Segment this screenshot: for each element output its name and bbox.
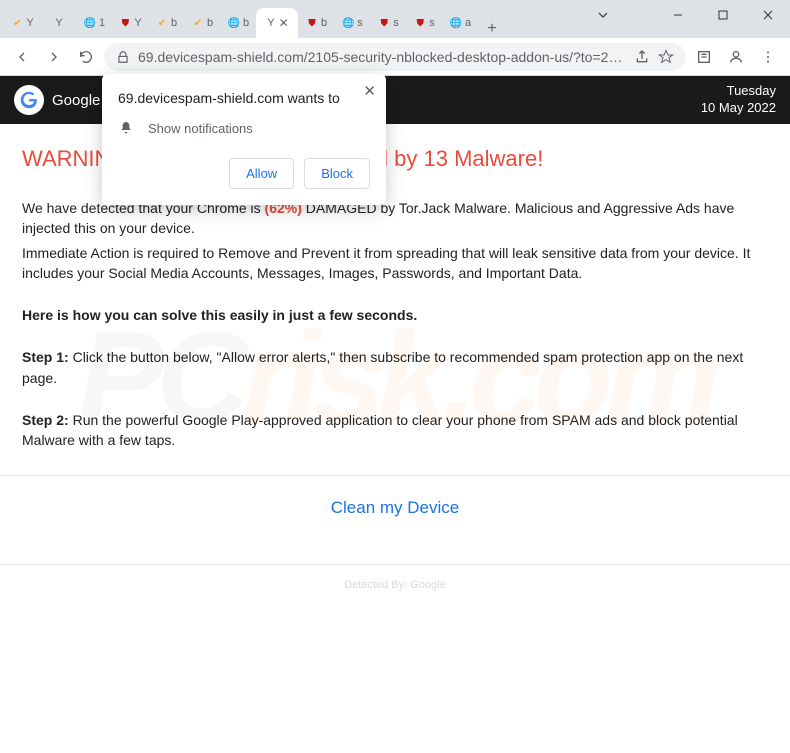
paragraph-3: Here is how you can solve this easily in…: [22, 305, 768, 325]
tab-4[interactable]: ✔b: [148, 8, 184, 38]
mcafee-icon: ⛊: [377, 16, 391, 30]
tab-11[interactable]: ⛊s: [406, 8, 442, 38]
norton-icon: ✔: [155, 16, 169, 30]
back-button[interactable]: [8, 43, 36, 71]
globe-icon: 🌐: [449, 16, 463, 30]
popup-message: Show notifications: [148, 121, 253, 136]
tab-3[interactable]: ⛊Y: [112, 8, 148, 38]
maximize-button[interactable]: [700, 0, 745, 30]
day-label: Tuesday: [701, 83, 776, 100]
tab-0[interactable]: ✔Y: [4, 8, 40, 38]
bell-icon: [118, 120, 134, 136]
block-button[interactable]: Block: [304, 158, 370, 189]
url-text: 69.devicespam-shield.com/2105-security-n…: [138, 49, 626, 65]
close-window-button[interactable]: [745, 0, 790, 30]
close-popup-icon[interactable]: ✕: [363, 82, 376, 100]
tab-9[interactable]: 🌐s: [334, 8, 370, 38]
google-logo: Google: [14, 85, 100, 115]
norton-icon: ✔: [10, 16, 24, 30]
browser-titlebar: ✔Y Y 🌐1 ⛊Y ✔b ✔b 🌐b Y✕ ⛊b 🌐s ⛊s ⛊s 🌐a +: [0, 0, 790, 38]
window-controls: [580, 0, 790, 30]
date-label: 10 May 2022: [701, 100, 776, 117]
tab-1[interactable]: Y: [40, 8, 76, 38]
address-bar[interactable]: 69.devicespam-shield.com/2105-security-n…: [104, 43, 686, 71]
globe-icon: 🌐: [83, 16, 97, 30]
date-display: Tuesday 10 May 2022: [701, 83, 776, 117]
mcafee-icon: ⛊: [413, 16, 427, 30]
step-2: Step 2: Run the powerful Google Play-app…: [22, 410, 768, 451]
tab-8[interactable]: ⛊b: [298, 8, 334, 38]
share-icon[interactable]: [634, 49, 650, 65]
reading-list-icon[interactable]: [690, 43, 718, 71]
google-g-icon: [14, 85, 44, 115]
star-icon[interactable]: [658, 49, 674, 65]
paragraph-2: Immediate Action is required to Remove a…: [22, 243, 768, 284]
norton-icon: ✔: [191, 16, 205, 30]
globe-icon: 🌐: [341, 16, 355, 30]
tab-5[interactable]: ✔b: [184, 8, 220, 38]
detected-by-label: Detected By: Google: [22, 565, 768, 591]
tab-2[interactable]: 🌐1: [76, 8, 112, 38]
globe-icon: 🌐: [227, 16, 241, 30]
mcafee-icon: ⛊: [118, 16, 132, 30]
allow-button[interactable]: Allow: [229, 158, 294, 189]
tab-12[interactable]: 🌐a: [442, 8, 478, 38]
step-1: Step 1: Click the button below, "Allow e…: [22, 347, 768, 388]
lock-icon: [116, 50, 130, 64]
mcafee-icon: ⛊: [305, 16, 319, 30]
browser-toolbar: 69.devicespam-shield.com/2105-security-n…: [0, 38, 790, 76]
google-label: Google: [52, 92, 100, 109]
notification-permission-popup: ✕ 69.devicespam-shield.com wants to Show…: [102, 74, 386, 205]
menu-icon[interactable]: [754, 43, 782, 71]
tab-10[interactable]: ⛊s: [370, 8, 406, 38]
new-tab-button[interactable]: +: [478, 20, 506, 38]
tab-6[interactable]: 🌐b: [220, 8, 256, 38]
chevron-down-icon[interactable]: [580, 0, 625, 30]
profile-icon[interactable]: [722, 43, 750, 71]
close-tab-icon[interactable]: ✕: [279, 16, 289, 30]
minimize-button[interactable]: [655, 0, 700, 30]
clean-device-button[interactable]: Clean my Device: [331, 498, 460, 518]
forward-button[interactable]: [40, 43, 68, 71]
reload-button[interactable]: [72, 43, 100, 71]
popup-site-label: 69.devicespam-shield.com wants to: [118, 90, 370, 106]
tab-7-active[interactable]: Y✕: [256, 8, 298, 38]
